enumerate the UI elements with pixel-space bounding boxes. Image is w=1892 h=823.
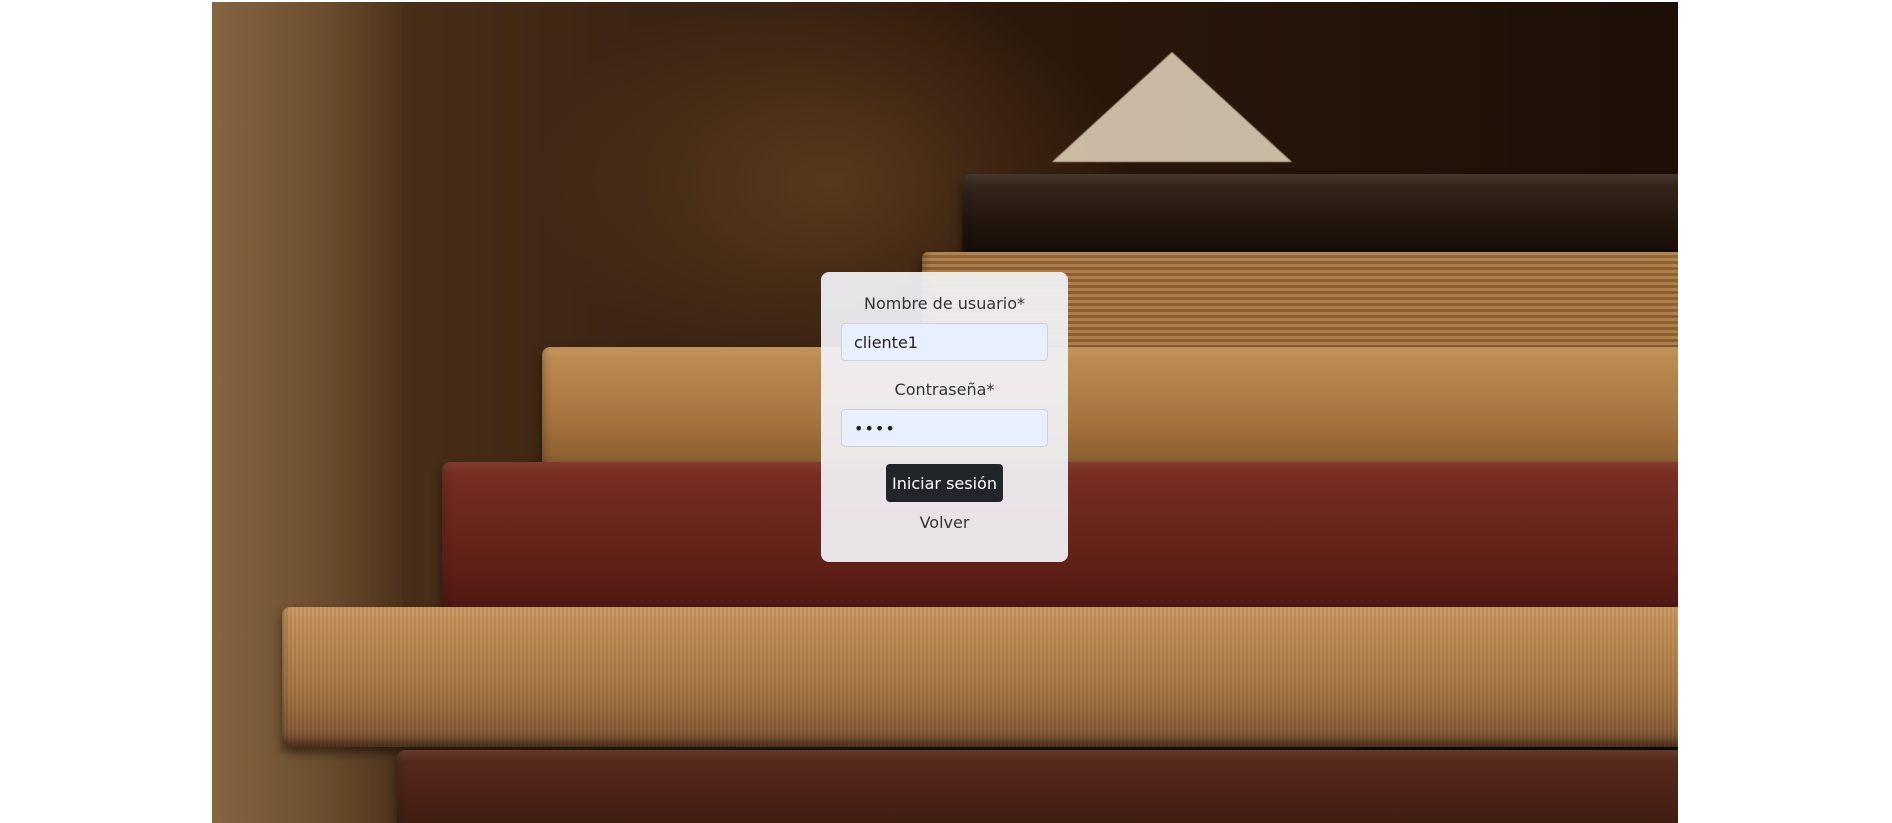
username-input[interactable]	[841, 323, 1048, 361]
password-input[interactable]	[841, 409, 1048, 447]
paper-boat-icon	[1052, 52, 1292, 162]
login-page: Nombre de usuario* Contraseña* Iniciar s…	[0, 0, 1892, 823]
login-form: Nombre de usuario* Contraseña* Iniciar s…	[821, 272, 1068, 562]
password-label: Contraseña*	[894, 380, 995, 399]
back-link[interactable]: Volver	[821, 513, 1068, 532]
username-label: Nombre de usuario*	[864, 294, 1025, 313]
login-button[interactable]: Iniciar sesión	[886, 464, 1003, 502]
book-bottom	[397, 750, 1678, 823]
book-linen	[282, 607, 1678, 747]
